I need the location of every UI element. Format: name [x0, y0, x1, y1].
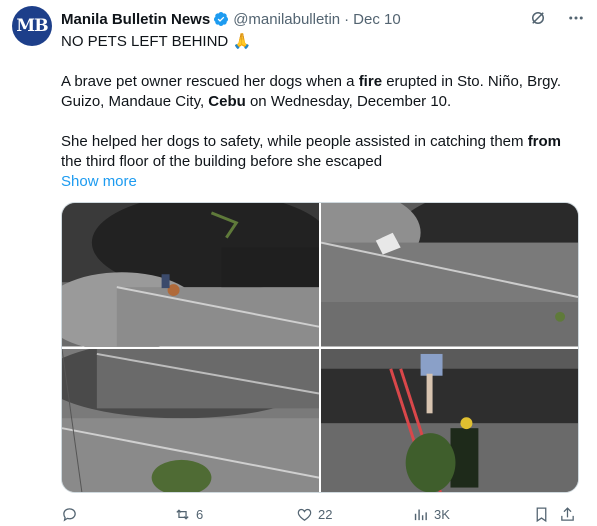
tweet-paragraph-3a: She helped her dogs to safety, while peo…	[61, 133, 562, 150]
retweet-button[interactable]: 6	[174, 506, 203, 523]
tweet-paragraph-3b: the third floor of the building before s…	[61, 153, 383, 170]
views-icon	[414, 509, 427, 521]
tweet-line-headline: NO PETS LEFT BEHIND 🙏	[61, 33, 252, 50]
photo-1[interactable]	[62, 203, 319, 347]
more-icon[interactable]	[567, 9, 585, 27]
bookmark-button[interactable]	[533, 506, 550, 523]
author-handle[interactable]: @manilabulletin	[233, 11, 340, 28]
views-button[interactable]: 3K	[412, 506, 450, 523]
like-icon	[297, 508, 312, 521]
tweet-text: NO PETS LEFT BEHIND 🙏 A brave pet owner …	[61, 32, 581, 192]
like-count: 22	[318, 507, 333, 522]
author-name[interactable]: Manila Bulletin News	[61, 11, 210, 28]
tweet-paragraph-2b: Guizo, Mandaue City, Cebu on Wednesday, …	[61, 93, 452, 110]
media-grid	[61, 202, 579, 493]
share-button[interactable]	[559, 506, 576, 523]
bookmark-icon	[536, 507, 547, 523]
photo-3[interactable]	[62, 348, 319, 492]
photo-2[interactable]	[321, 203, 578, 347]
tweet-actions: 6 22 3K	[61, 506, 581, 526]
retweet-icon	[176, 509, 189, 520]
praying-hands-emoji: 🙏	[232, 33, 252, 50]
share-icon	[561, 507, 574, 521]
tweet-date[interactable]: Dec 10	[353, 11, 401, 28]
verified-badge-icon	[214, 12, 229, 26]
show-more-link[interactable]: Show more	[61, 172, 137, 192]
reply-button[interactable]	[61, 506, 83, 523]
reply-icon	[63, 508, 76, 522]
photo-4[interactable]	[321, 348, 578, 492]
grok-icon[interactable]	[529, 9, 547, 27]
avatar[interactable]: MB	[12, 6, 52, 46]
like-button[interactable]: 22	[296, 506, 332, 523]
views-count: 3K	[434, 507, 450, 522]
avatar-logo-text: MB	[16, 16, 48, 36]
tweet-card[interactable]: MB Manila Bulletin News @manilabulletin …	[0, 0, 597, 524]
retweet-count: 6	[196, 507, 204, 522]
separator-dot: ·	[344, 10, 350, 28]
tweet-paragraph-2a: A brave pet owner rescued her dogs when …	[61, 73, 562, 90]
tweet-header: Manila Bulletin News @manilabulletin · D…	[61, 9, 585, 29]
